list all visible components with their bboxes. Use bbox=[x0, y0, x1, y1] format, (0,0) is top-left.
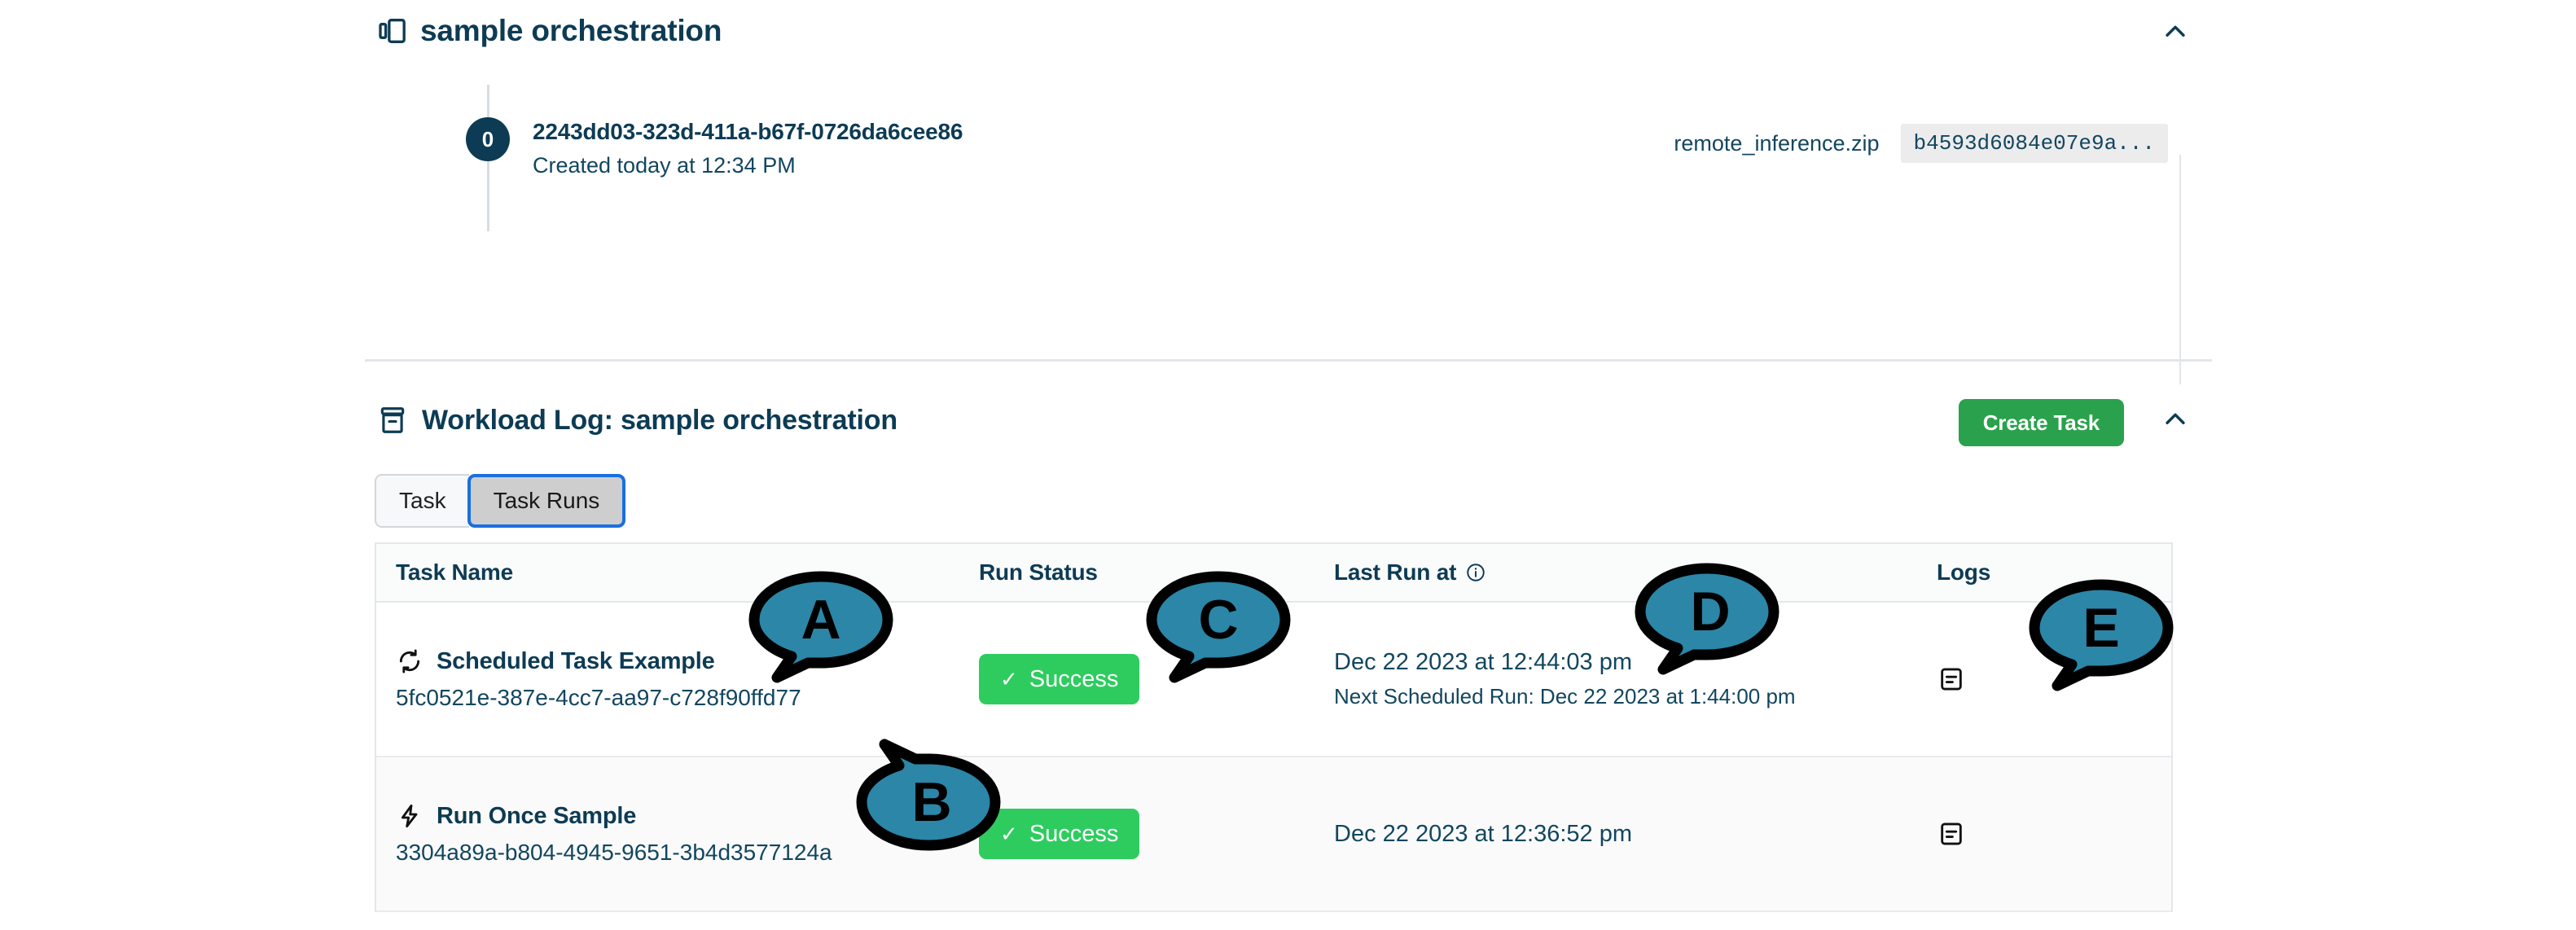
logs-cell bbox=[1937, 819, 2155, 849]
columns-icon bbox=[375, 13, 410, 49]
last-run-timestamp: Dec 22 2023 at 12:44:03 pm bbox=[1334, 649, 1632, 675]
tab-task-runs[interactable]: Task Runs bbox=[467, 474, 626, 528]
last-run-timestamp: Dec 22 2023 at 12:36:52 pm bbox=[1334, 820, 1632, 847]
last-run-cell: Dec 22 2023 at 12:44:03 pm Next Schedule… bbox=[1334, 649, 1937, 709]
task-name[interactable]: Scheduled Task Example bbox=[437, 648, 715, 675]
document-list-icon[interactable] bbox=[1937, 665, 1966, 694]
timeline-entry-text: 2243dd03-323d-411a-b67f-0726da6cee86 Cre… bbox=[533, 117, 963, 178]
column-header-run-status: Run Status bbox=[979, 559, 1098, 585]
status-label: Success bbox=[1029, 665, 1119, 692]
workload-log-title: Workload Log: sample orchestration bbox=[422, 404, 897, 436]
run-timeline: 0 2243dd03-323d-411a-b67f-0726da6cee86 C… bbox=[435, 77, 2199, 384]
section-divider bbox=[365, 359, 2212, 362]
table-row[interactable]: Run Once Sample 3304a89a-b804-4945-9651-… bbox=[376, 757, 2171, 912]
logs-cell bbox=[1937, 665, 2155, 694]
status-badge[interactable]: ✓ Success bbox=[979, 654, 1140, 704]
lightning-bolt-icon bbox=[396, 802, 423, 830]
section-one-title: sample orchestration bbox=[420, 14, 722, 47]
refresh-cycle-icon bbox=[396, 647, 423, 675]
status-label: Success bbox=[1029, 820, 1119, 847]
workload-log-page: sample orchestration 0 2243dd03-323d-411… bbox=[0, 0, 2576, 930]
task-runs-table: Task Name Run Status Last Run at Logs Sc… bbox=[375, 542, 2173, 912]
task-name[interactable]: Run Once Sample bbox=[437, 803, 636, 830]
run-created-at: Created today at 12:34 PM bbox=[533, 153, 796, 178]
workload-log-section: Workload Log: sample orchestration Creat… bbox=[365, 383, 2212, 930]
create-task-button[interactable]: Create Task bbox=[1958, 399, 2124, 446]
run-status-cell: ✓ Success bbox=[979, 654, 1334, 704]
chevron-up-icon bbox=[2166, 413, 2185, 424]
collapse-section-one-button[interactable] bbox=[2153, 10, 2197, 54]
table-row[interactable]: Scheduled Task Example 5fc0521e-387e-4cc… bbox=[376, 603, 2171, 757]
next-scheduled-run: Next Scheduled Run: Dec 22 2023 at 1:44:… bbox=[1334, 684, 1796, 708]
timeline-entry[interactable]: 0 2243dd03-323d-411a-b67f-0726da6cee86 C… bbox=[435, 117, 963, 178]
column-header-last-run-at: Last Run at bbox=[1334, 559, 1937, 586]
task-name-cell: Scheduled Task Example 5fc0521e-387e-4cc… bbox=[376, 647, 979, 711]
artifact-filename: remote_inference.zip bbox=[1674, 130, 1880, 156]
info-icon[interactable] bbox=[1464, 561, 1487, 584]
run-id: 2243dd03-323d-411a-b67f-0726da6cee86 bbox=[533, 119, 963, 144]
task-title-line: Run Once Sample bbox=[396, 802, 979, 830]
task-uuid: 3304a89a-b804-4945-9651-3b4d3577124a bbox=[396, 840, 832, 865]
workload-log-header: Workload Log: sample orchestration Creat… bbox=[365, 383, 2212, 458]
column-header-logs: Logs bbox=[1937, 559, 1991, 585]
task-uuid: 5fc0521e-387e-4cc7-aa97-c728f90ffd77 bbox=[396, 685, 801, 710]
column-header-task-name: Task Name bbox=[396, 559, 513, 585]
chevron-up-icon bbox=[2166, 25, 2185, 37]
artifact-row: remote_inference.zip b4593d6084e07e9a... bbox=[1674, 124, 2168, 163]
tab-task[interactable]: Task bbox=[375, 474, 469, 528]
check-icon: ✓ bbox=[1000, 667, 1018, 691]
sample-orchestration-section: sample orchestration 0 2243dd03-323d-411… bbox=[365, 0, 2212, 384]
check-icon: ✓ bbox=[1000, 822, 1018, 846]
timeline-node-index: 0 bbox=[466, 117, 510, 161]
table-header-row: Task Name Run Status Last Run at Logs bbox=[376, 544, 2171, 603]
last-run-cell: Dec 22 2023 at 12:36:52 pm bbox=[1334, 821, 1937, 848]
column-header-last-run-at-label: Last Run at bbox=[1334, 559, 1457, 585]
status-badge[interactable]: ✓ Success bbox=[979, 809, 1140, 859]
task-title-line: Scheduled Task Example bbox=[396, 647, 979, 675]
run-status-cell: ✓ Success bbox=[979, 809, 1334, 859]
archive-box-icon bbox=[375, 402, 410, 438]
panel-right-divider bbox=[2179, 155, 2181, 384]
collapse-section-two-button[interactable] bbox=[2153, 397, 2197, 441]
document-list-icon[interactable] bbox=[1937, 819, 1966, 849]
task-tabs: Task Task Runs bbox=[375, 474, 626, 528]
task-name-cell: Run Once Sample 3304a89a-b804-4945-9651-… bbox=[376, 802, 979, 866]
artifact-hash[interactable]: b4593d6084e07e9a... bbox=[1900, 124, 2168, 163]
section-one-header: sample orchestration bbox=[365, 0, 2212, 62]
